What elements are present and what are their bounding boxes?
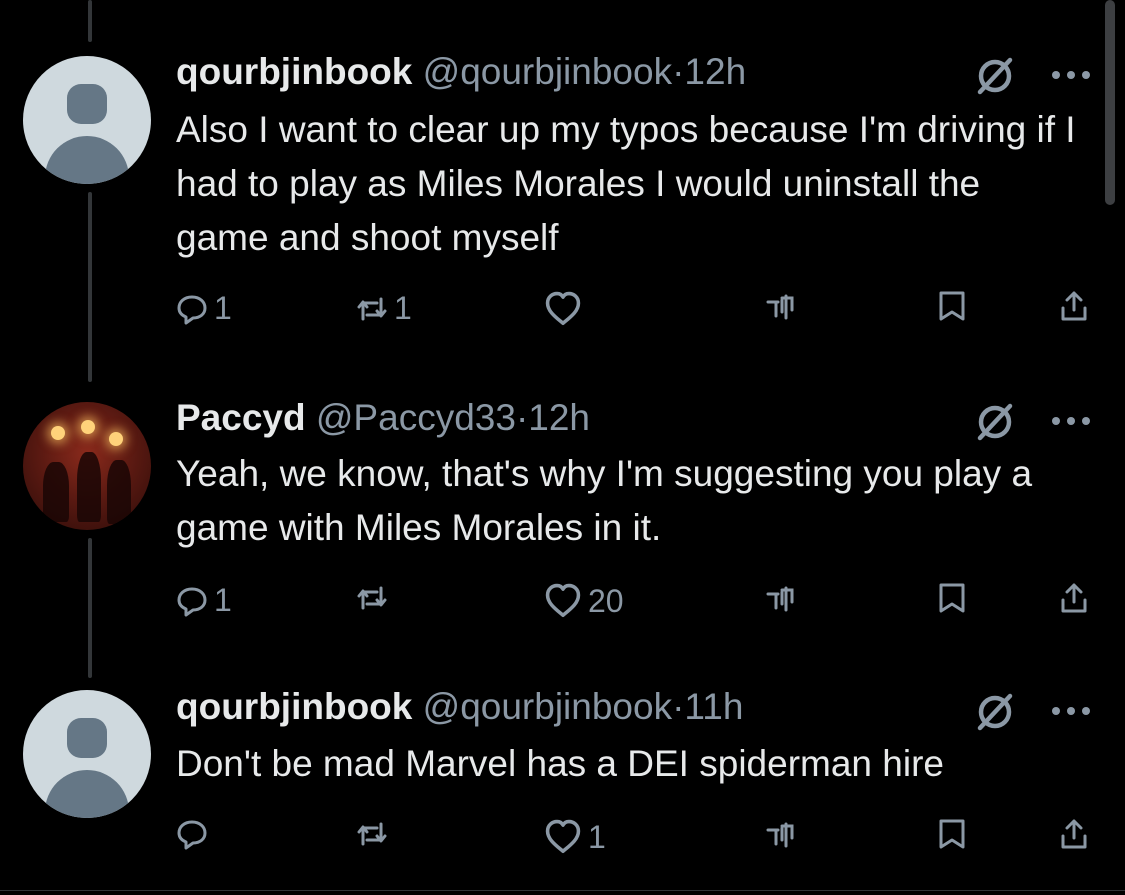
tweet[interactable]: Paccyd @Paccyd33·12h Yeah, we know, that… bbox=[0, 380, 1125, 680]
timestamp[interactable]: 11h bbox=[684, 686, 743, 727]
tweet-text: Don't be mad Marvel has a DEI spiderman … bbox=[176, 743, 944, 784]
tweet-header: qourbjinbook @qourbjinbook·11h bbox=[176, 685, 743, 729]
heart-icon bbox=[545, 291, 581, 326]
tweet[interactable]: qourbjinbook @qourbjinbook·12h Also I wa… bbox=[0, 0, 1125, 380]
share-button[interactable] bbox=[1058, 818, 1090, 850]
heart-icon bbox=[545, 583, 581, 618]
reply-icon bbox=[177, 587, 207, 616]
display-name[interactable]: qourbjinbook bbox=[176, 51, 412, 92]
timestamp[interactable]: 12h bbox=[684, 51, 746, 92]
views-button[interactable] bbox=[764, 290, 796, 322]
reply-count: 1 bbox=[214, 290, 232, 326]
reply-count: 1 bbox=[214, 582, 232, 618]
user-handle[interactable]: @Paccyd33 bbox=[316, 397, 516, 438]
separator: · bbox=[672, 51, 685, 92]
separator: · bbox=[515, 397, 529, 438]
user-handle[interactable]: @qourbjinbook bbox=[423, 686, 672, 727]
views-icon bbox=[766, 586, 794, 612]
repost-button[interactable]: 1 bbox=[356, 290, 412, 327]
bookmark-button[interactable] bbox=[936, 818, 968, 850]
grok-icon[interactable] bbox=[972, 52, 1018, 98]
bookmark-icon bbox=[939, 819, 965, 849]
like-button[interactable]: 1 bbox=[544, 818, 606, 856]
action-bar: 1 1 bbox=[0, 290, 1125, 336]
share-button[interactable] bbox=[1058, 290, 1090, 322]
more-icon[interactable] bbox=[1048, 60, 1094, 90]
avatar[interactable] bbox=[23, 402, 151, 530]
like-count: 1 bbox=[588, 818, 606, 855]
bookmark-button[interactable] bbox=[936, 582, 968, 614]
display-name[interactable]: Paccyd bbox=[176, 397, 306, 438]
avatar[interactable] bbox=[23, 690, 151, 818]
grok-icon[interactable] bbox=[972, 688, 1018, 734]
default-avatar-head bbox=[67, 718, 107, 758]
default-avatar-head bbox=[67, 84, 107, 124]
share-icon bbox=[1061, 819, 1087, 849]
user-handle[interactable]: @qourbjinbook bbox=[423, 51, 672, 92]
reply-button[interactable] bbox=[176, 818, 214, 850]
like-button[interactable]: 20 bbox=[544, 582, 624, 620]
avatar-light bbox=[51, 426, 65, 440]
reply-button[interactable]: 1 bbox=[176, 290, 232, 327]
grok-icon[interactable] bbox=[972, 398, 1018, 444]
tweet-header: Paccyd @Paccyd33·12h bbox=[176, 396, 590, 440]
tweet-text: Yeah, we know, that's why I'm suggesting… bbox=[176, 453, 1033, 548]
repost-icon bbox=[357, 822, 387, 846]
heart-icon bbox=[545, 819, 581, 854]
default-avatar-shoulders bbox=[45, 136, 129, 184]
repost-icon bbox=[357, 586, 387, 610]
tweet-text: Also I want to clear up my typos because… bbox=[176, 109, 1076, 258]
reply-button[interactable]: 1 bbox=[176, 582, 232, 619]
bookmark-icon bbox=[939, 583, 965, 613]
repost-icon bbox=[357, 297, 387, 320]
divider bbox=[0, 890, 1125, 891]
tweet[interactable]: qourbjinbook @qourbjinbook·11h Don't be … bbox=[0, 680, 1125, 890]
action-bar: 1 20 bbox=[0, 582, 1125, 628]
timestamp[interactable]: 12h bbox=[528, 397, 590, 438]
display-name[interactable]: qourbjinbook bbox=[176, 686, 412, 727]
avatar-figure bbox=[107, 460, 131, 524]
avatar[interactable] bbox=[23, 56, 151, 184]
action-bar: 1 bbox=[0, 818, 1125, 864]
default-avatar-shoulders bbox=[45, 770, 129, 818]
avatar-light bbox=[109, 432, 123, 446]
bookmark-icon bbox=[939, 291, 965, 321]
views-icon bbox=[766, 822, 794, 848]
views-icon bbox=[766, 294, 794, 320]
reply-icon bbox=[177, 820, 207, 850]
avatar-figure bbox=[43, 462, 69, 522]
share-icon bbox=[1061, 291, 1087, 321]
reply-icon bbox=[177, 295, 207, 324]
avatar-figure bbox=[77, 452, 101, 522]
like-count: 20 bbox=[588, 582, 624, 619]
like-button[interactable] bbox=[544, 290, 588, 328]
more-icon[interactable] bbox=[1048, 696, 1094, 726]
views-button[interactable] bbox=[764, 582, 796, 614]
share-button[interactable] bbox=[1058, 582, 1090, 614]
repost-button[interactable] bbox=[356, 582, 394, 614]
bookmark-button[interactable] bbox=[936, 290, 968, 322]
share-icon bbox=[1061, 583, 1087, 613]
repost-count: 1 bbox=[394, 290, 412, 326]
tweet-header: qourbjinbook @qourbjinbook·12h bbox=[176, 50, 746, 94]
repost-button[interactable] bbox=[356, 818, 394, 850]
more-icon[interactable] bbox=[1048, 406, 1094, 436]
views-button[interactable] bbox=[764, 818, 796, 850]
avatar-light bbox=[81, 420, 95, 434]
separator: · bbox=[672, 686, 685, 727]
